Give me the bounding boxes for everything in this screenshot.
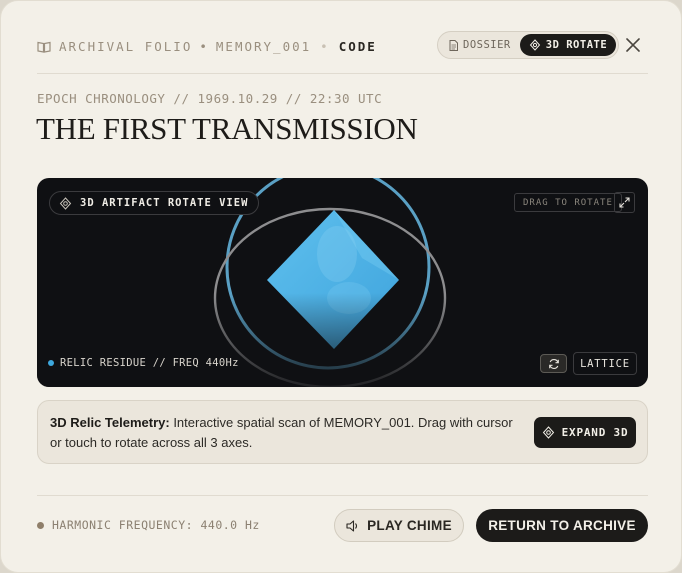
rotate-3d-icon	[529, 39, 540, 51]
fullscreen-button[interactable]	[614, 192, 635, 213]
refresh-icon	[548, 358, 559, 369]
crumb-code[interactable]: CODE	[339, 39, 377, 54]
telemetry-panel: 3D Relic Telemetry: Interactive spatial …	[37, 400, 648, 464]
telemetry-heading: 3D Relic Telemetry:	[50, 415, 170, 430]
rotate-3d-icon	[542, 426, 554, 439]
relic-residue-text: RELIC RESIDUE // FREQ 440Hz	[60, 357, 239, 369]
document-icon	[449, 39, 458, 51]
view-toggle: DOSSIER 3D ROTATE	[437, 31, 620, 59]
reset-rotation-button[interactable]	[540, 354, 567, 373]
book-open-icon	[37, 41, 51, 53]
memory-modal: ARCHIVAL FOLIO • MEMORY_001 • CODE DOSSI…	[0, 0, 682, 573]
expand-3d-label: EXPAND 3D	[561, 426, 629, 439]
drag-hint: DRAG TO ROTATE	[514, 193, 622, 212]
header-divider	[37, 73, 648, 74]
status-dot	[37, 521, 44, 529]
expand-3d-button[interactable]: EXPAND 3D	[534, 417, 636, 448]
telemetry-text: 3D Relic Telemetry: Interactive spatial …	[50, 413, 520, 452]
play-chime-label: PLAY CHIME	[367, 518, 452, 533]
rotate-3d-icon	[59, 196, 72, 210]
page-title: THE FIRST TRANSMISSION	[36, 111, 418, 146]
artifact-viewer[interactable]: 3D ARTIFACT ROTATE VIEW DRAG TO ROTATE R…	[37, 178, 648, 387]
relic-residue: RELIC RESIDUE // FREQ 440Hz	[48, 357, 239, 369]
viewer-mode-label: 3D ARTIFACT ROTATE VIEW	[49, 191, 260, 215]
modal-header: ARCHIVAL FOLIO • MEMORY_001 • CODE DOSSI…	[37, 31, 649, 61]
lattice-button[interactable]: LATTICE	[573, 352, 637, 375]
tab-dossier[interactable]: DOSSIER	[440, 34, 520, 56]
expand-icon	[619, 197, 630, 208]
crumb-folio[interactable]: ARCHIVAL FOLIO	[59, 39, 192, 54]
crumb-separator: •	[320, 39, 330, 54]
breadcrumb: ARCHIVAL FOLIO • MEMORY_001 • CODE	[37, 39, 377, 54]
viewer-mode-text: 3D ARTIFACT ROTATE VIEW	[80, 197, 249, 209]
crumb-separator: •	[199, 39, 209, 54]
harmonic-frequency-text: HARMONIC FREQUENCY: 440.0 Hz	[52, 518, 260, 532]
epoch-chronology: EPOCH CHRONOLOGY // 1969.10.29 // 22:30 …	[37, 91, 383, 106]
status-dot	[48, 360, 54, 366]
footer-divider	[37, 495, 648, 496]
tab-dossier-label: DOSSIER	[463, 39, 511, 51]
play-chime-button[interactable]: PLAY CHIME	[334, 509, 464, 542]
speaker-icon	[346, 519, 358, 532]
harmonic-frequency: HARMONIC FREQUENCY: 440.0 Hz	[37, 518, 260, 532]
close-icon[interactable]	[625, 37, 641, 53]
crumb-memory[interactable]: MEMORY_001	[216, 39, 311, 54]
tab-3d-rotate-label: 3D ROTATE	[545, 39, 608, 51]
tab-3d-rotate[interactable]: 3D ROTATE	[519, 34, 617, 56]
return-to-archive-button[interactable]: RETURN TO ARCHIVE	[476, 509, 648, 542]
